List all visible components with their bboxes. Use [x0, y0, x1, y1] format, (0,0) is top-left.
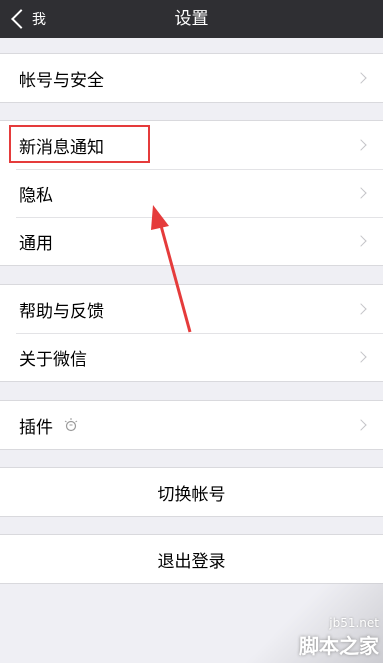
- watermark-url: jb51.net: [329, 616, 379, 630]
- watermark-text: 脚本之家: [299, 634, 379, 658]
- watermark: jb51.net 脚本之家: [299, 616, 379, 659]
- annotation-arrow: [151, 205, 192, 333]
